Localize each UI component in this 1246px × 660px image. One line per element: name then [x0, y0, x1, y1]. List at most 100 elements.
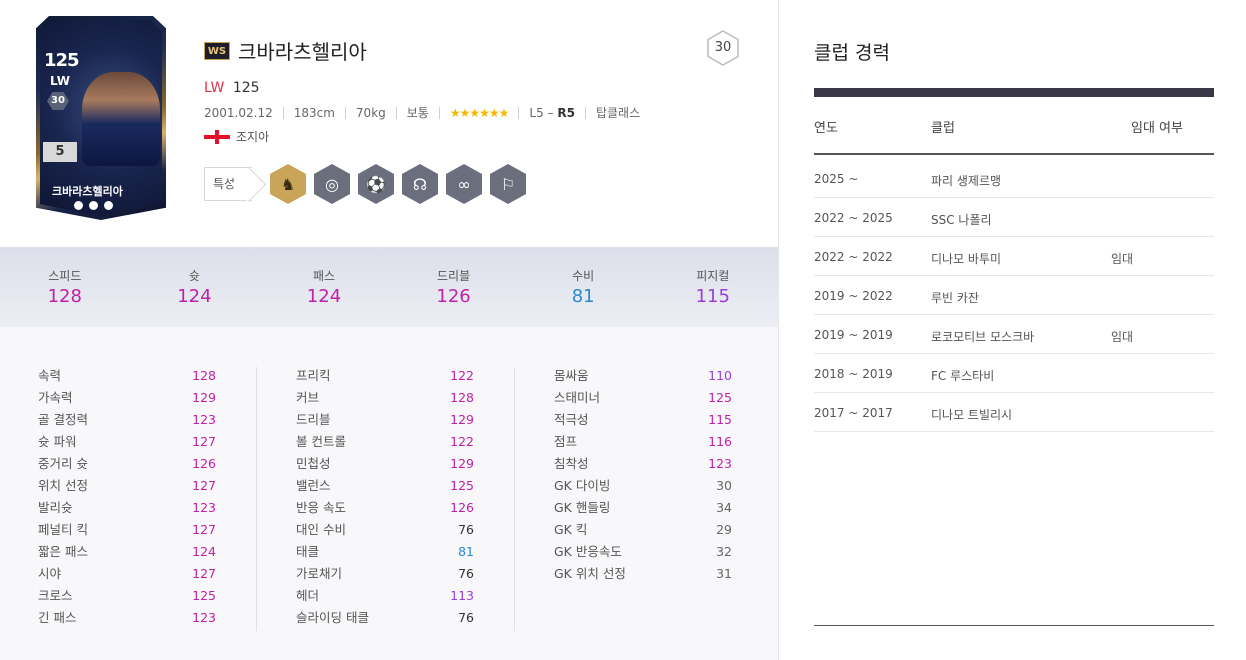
- stat-value: 129: [450, 456, 474, 471]
- player-card[interactable]: 125 LW 30 5 크바라츠헬리아: [36, 16, 166, 220]
- stat-row: GK 반응속도 32: [554, 541, 732, 563]
- stat-name: 커브: [296, 390, 320, 405]
- body-type: 보통: [406, 106, 429, 120]
- stat-value: 113: [450, 588, 474, 603]
- trait-dribble-icon[interactable]: ⚽: [358, 164, 394, 204]
- stat-row: 스태미너 125: [554, 387, 732, 409]
- stat-row: GK 다이빙 30: [554, 475, 732, 497]
- player-detail-page: 125 LW 30 5 크바라츠헬리아 WS 크바라츠헬리아 30 LW 125: [0, 0, 1246, 660]
- stat-value: 127: [192, 434, 216, 449]
- stat-name: 짧은 패스: [38, 544, 88, 559]
- stats-column-1: 속력 128 가속력 129 골 결정력 123 슛 파워 127 중거리 슛 126 위치 선정 1…: [38, 365, 216, 629]
- stat-name: 프리킥: [296, 368, 331, 383]
- stat-row: 중거리 슛 126: [38, 453, 216, 475]
- summary-label: 스피드: [48, 269, 82, 283]
- stat-name: 골 결정력: [38, 412, 88, 427]
- club-loan: 임대: [1111, 330, 1134, 344]
- stat-name: 태클: [296, 544, 320, 559]
- stat-name: 중거리 슛: [38, 456, 88, 471]
- stat-row: 태클 81: [296, 541, 474, 563]
- club-logo-icon: [104, 201, 113, 210]
- player-title: WS 크바라츠헬리아: [204, 36, 367, 65]
- divider: [344, 106, 346, 119]
- stat-value: 122: [450, 434, 474, 449]
- stat-row: 볼 컨트롤 122: [296, 431, 474, 453]
- club-year: 2019 ~ 2019: [814, 328, 893, 342]
- club-table-top-bar: [814, 88, 1214, 97]
- trait-label: 특성: [204, 167, 252, 201]
- stat-value: 76: [458, 522, 474, 537]
- stat-row: 침착성 123: [554, 453, 732, 475]
- stat-name: GK 다이빙: [554, 478, 611, 493]
- trait-vision-icon[interactable]: ☊: [402, 164, 438, 204]
- header-loan: 임대 여부: [1131, 121, 1183, 136]
- stat-name: 대인 수비: [296, 522, 346, 537]
- divider: [282, 106, 284, 119]
- stat-row: 밸런스 125: [296, 475, 474, 497]
- stat-row: GK 핸들링 34: [554, 497, 732, 519]
- stat-name: 슬라이딩 태클: [296, 610, 369, 625]
- summary-physical: 피지컬 115: [648, 247, 778, 327]
- stat-value: 76: [458, 566, 474, 581]
- stat-value: 125: [192, 588, 216, 603]
- club-row: 2018 ~ 2019 FC 루스타비: [814, 354, 1214, 393]
- summary-shooting: 슛 124: [130, 247, 260, 327]
- stat-row: 골 결정력 123: [38, 409, 216, 431]
- stat-name: GK 킥: [554, 522, 588, 537]
- trait-gold-icon[interactable]: ♞: [270, 164, 306, 204]
- stat-name: 슛 파워: [38, 434, 77, 449]
- stat-value: 123: [192, 412, 216, 427]
- stat-value: 129: [450, 412, 474, 427]
- stat-name: 반응 속도: [296, 500, 346, 515]
- divider: [438, 106, 440, 119]
- position-ovr: LW 125: [204, 80, 260, 96]
- league-icon: [89, 201, 98, 210]
- stat-value: 127: [192, 566, 216, 581]
- divider: [395, 106, 397, 119]
- nation-flag-icon: [74, 201, 83, 210]
- divider: [584, 106, 586, 119]
- summary-value: 124: [306, 286, 342, 307]
- trait-skill-icon[interactable]: ∞: [446, 164, 482, 204]
- stat-row: 발리슛 123: [38, 497, 216, 519]
- birthdate: 2001.02.12: [204, 105, 273, 120]
- card-grade: 5: [43, 142, 77, 162]
- summary-dribbling: 드리블 126: [389, 247, 519, 327]
- stat-row: 긴 패스 123: [38, 607, 216, 629]
- summary-defending: 수비 81: [518, 247, 648, 327]
- club-name: FC 루스타비: [931, 369, 995, 383]
- skill-stars: ★★★★★★: [449, 105, 510, 120]
- stat-row: 슛 파워 127: [38, 431, 216, 453]
- ws-season-icon: WS: [204, 41, 230, 60]
- club-year: 2018 ~ 2019: [814, 367, 893, 381]
- player-info-panel: 125 LW 30 5 크바라츠헬리아 WS 크바라츠헬리아 30 LW 125: [0, 0, 778, 660]
- stats-column-2: 프리킥 122 커브 128 드리블 129 볼 컨트롤 122 민첩성 129 밸런스 125 반응 …: [296, 365, 474, 629]
- club-year: 2017 ~ 2017: [814, 406, 893, 420]
- enhance-level-badge[interactable]: 30: [706, 30, 740, 66]
- stat-name: 점프: [554, 434, 578, 449]
- stat-name: 긴 패스: [38, 610, 77, 625]
- stat-value: 127: [192, 478, 216, 493]
- summary-label: 수비: [572, 269, 595, 283]
- trait-speed-icon[interactable]: ⚐: [490, 164, 526, 204]
- stat-value: 29: [716, 522, 732, 537]
- stat-value: 30: [716, 478, 732, 493]
- stat-row: 프리킥 122: [296, 365, 474, 387]
- player-profile-info: 2001.02.12 183cm 70kg 보통 ★★★★★★ L5 – R5 …: [204, 104, 640, 121]
- column-divider: [514, 367, 515, 631]
- nation-name: 조지아: [236, 130, 270, 144]
- player-class: 탑클래스: [595, 106, 641, 120]
- card-position: LW: [50, 74, 70, 88]
- stat-name: 속력: [38, 368, 62, 383]
- club-row: 2019 ~ 2022 루빈 카잔: [814, 276, 1214, 315]
- enhance-level-value: 30: [714, 40, 732, 55]
- trait-longshot-icon[interactable]: ◎: [314, 164, 350, 204]
- stat-row: 짧은 패스 124: [38, 541, 216, 563]
- summary-value: 115: [695, 286, 730, 307]
- club-table-header: 연도 클럽 임대 여부: [814, 97, 1214, 155]
- card-badges: [74, 201, 113, 210]
- summary-label: 드리블: [437, 269, 471, 283]
- stat-value: 129: [192, 390, 216, 405]
- stat-name: 위치 선정: [38, 478, 88, 493]
- stat-value: 123: [192, 500, 216, 515]
